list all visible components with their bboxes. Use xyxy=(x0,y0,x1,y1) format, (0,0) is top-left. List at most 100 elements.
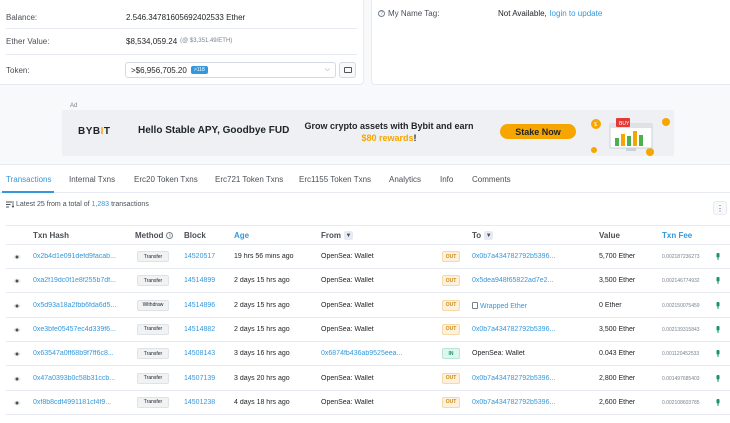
more-vertical-icon: ⋮ xyxy=(716,203,724,213)
to-address: OpenSea: Wallet xyxy=(472,350,568,357)
block-link[interactable]: 14501238 xyxy=(184,399,215,406)
tab-transactions[interactable]: Transactions xyxy=(6,175,52,184)
eye-icon[interactable] xyxy=(13,350,21,358)
direction-badge: OUT xyxy=(442,299,460,311)
green-gas-icon xyxy=(716,374,720,382)
eye-icon[interactable] xyxy=(13,302,21,310)
txn-hash-link[interactable]: 0xf8b8cdf4991181cf4f9... xyxy=(33,399,129,406)
table-row: 0xa2f19dc0f1e8f255b7df... Transfer 1451489… xyxy=(6,269,730,294)
method-badge: Withdraw xyxy=(137,299,169,311)
header-method: Method i xyxy=(135,231,174,240)
eye-icon[interactable] xyxy=(13,399,21,407)
from-address: OpenSea: Wallet xyxy=(321,374,374,382)
balance-label: Balance: xyxy=(6,12,38,22)
ether-rate: (@ $3,351.49/ETH) xyxy=(180,38,233,44)
tab-erc20-token-txns[interactable]: Erc20 Token Txns xyxy=(134,175,198,184)
sort-lines-icon xyxy=(6,201,14,208)
stake-now-button[interactable]: Stake Now xyxy=(500,124,576,139)
txn-fee-text: 0.001497685403 xyxy=(662,375,700,382)
ad-promo-line: Grow crypto assets with Bybit and earn xyxy=(304,121,474,131)
table-row: 0xf8b8cdf4991181cf4f9... Transfer 14501238… xyxy=(6,391,730,415)
transactions-summary: Latest 25 from a total of 1,283 transact… xyxy=(6,201,149,208)
eye-icon[interactable] xyxy=(13,253,21,261)
table-row: 0xe3bfe05457ec4d339f6... Transfer 14514882… xyxy=(6,318,730,342)
txn-hash-link[interactable]: 0xe3bfe05457ec4d339f6... xyxy=(33,326,129,333)
block-link[interactable]: 14520517 xyxy=(184,253,215,260)
txn-hash-link[interactable]: 0xa2f19dc0f1e8f255b7df... xyxy=(33,277,129,284)
age-text: 4 days 18 hrs ago xyxy=(234,398,290,406)
table-row: 0x2b4d1e091defd9facab... Transfer 14520517… xyxy=(6,245,730,269)
age-text: 3 days 16 hrs ago xyxy=(234,350,290,358)
green-gas-icon xyxy=(716,398,720,406)
eye-icon[interactable] xyxy=(13,277,21,285)
tab-erc721-token-txns[interactable]: Erc721 Token Txns xyxy=(215,175,283,184)
help-circle-icon[interactable]: ? xyxy=(378,10,385,17)
tab-internal-txns[interactable]: Internal Txns xyxy=(69,175,115,184)
to-address[interactable]: 0x0b7a434782792b5396... xyxy=(472,326,568,333)
method-badge: Transfer xyxy=(137,251,169,262)
to-address[interactable]: 0x0b7a434782792b5396... xyxy=(472,253,568,260)
contract-file-icon xyxy=(472,301,478,309)
filter-icon[interactable]: ▼ xyxy=(344,231,353,240)
age-text: 3 days 20 hrs ago xyxy=(234,374,290,382)
to-address[interactable]: 0x0b7a434782792b5396... xyxy=(472,399,568,406)
transactions-panel: Latest 25 from a total of 1,283 transact… xyxy=(0,193,730,423)
block-link[interactable]: 14514896 xyxy=(184,302,215,309)
token-dropdown[interactable]: >$6,956,705.20 >118 ⌵ xyxy=(125,62,336,78)
wallet-icon xyxy=(343,67,352,73)
tab-info[interactable]: Info xyxy=(440,175,453,184)
from-address: OpenSea: Wallet xyxy=(321,325,374,333)
txn-hash-link[interactable]: 0x5d93a18a2fbb6fda6d5... xyxy=(33,302,129,309)
txn-hash-link[interactable]: 0x63547a0ff68b9f7ff6c8... xyxy=(33,350,129,357)
txn-hash-link[interactable]: 0x47a0393b0c58b31ccb... xyxy=(33,375,129,382)
value-text: 2,600 Ether xyxy=(599,398,636,406)
to-address-text: 0x0b7a434782792b5396... xyxy=(472,325,556,333)
to-address[interactable]: 0x0b7a434782792b5396... xyxy=(472,375,568,382)
header-age[interactable]: Age xyxy=(234,231,249,240)
wallet-button[interactable] xyxy=(339,62,356,78)
ether-value-label: Ether Value: xyxy=(6,36,50,46)
green-gas-icon xyxy=(716,350,720,358)
tab-comments[interactable]: Comments xyxy=(472,175,511,184)
tab-erc1155-token-txns[interactable]: Erc1155 Token Txns xyxy=(299,175,371,184)
table-row: 0x47a0393b0c58b31ccb... Transfer 14507139 3… xyxy=(6,367,730,391)
value-text: 5,700 Ether xyxy=(599,253,636,260)
green-gas-icon xyxy=(716,301,720,309)
header-txn-hash: Txn Hash xyxy=(33,231,70,240)
summary-suffix: transactions xyxy=(111,201,149,208)
direction-badge: OUT xyxy=(442,396,460,408)
ad-banner[interactable]: BYBIT Hello Stable APY, Goodbye FUD Grow… xyxy=(62,110,674,156)
logo-text: BYB xyxy=(78,126,101,137)
filter-icon[interactable]: ▼ xyxy=(484,231,494,240)
to-address[interactable]: 0x5dea948f65822ad7e2... xyxy=(472,277,568,284)
eye-icon[interactable] xyxy=(13,326,21,334)
more-options-button[interactable]: ⋮ xyxy=(713,201,727,215)
txn-hash-link[interactable]: 0x2b4d1e091defd9facab... xyxy=(33,253,129,260)
to-address-text: 0x5dea948f65822ad7e2... xyxy=(472,277,554,285)
ad-headline: Hello Stable APY, Goodbye FUD xyxy=(138,125,290,136)
ad-promo-end: ! xyxy=(413,133,417,143)
block-link[interactable]: 14514882 xyxy=(184,326,215,333)
summary-count-link[interactable]: 1,283 xyxy=(92,201,110,208)
value-text: 0.043 Ether xyxy=(599,350,636,358)
direction-badge: OUT xyxy=(442,251,460,262)
block-link[interactable]: 14508143 xyxy=(184,350,215,357)
to-address[interactable]: Wrapped Ether xyxy=(472,301,568,310)
from-address: OpenSea: Wallet xyxy=(321,398,374,406)
token-dropdown-value: >$6,956,705.20 xyxy=(131,65,187,75)
table-row: 0x5d93a18a2fbb6fda6d5... Withdraw 14514896… xyxy=(6,294,730,318)
from-address[interactable]: 0x6874fb436ab9525eea... xyxy=(321,350,413,357)
more-info-card: ? My Name Tag: Not Available, login to u… xyxy=(371,0,730,85)
block-link[interactable]: 14507139 xyxy=(184,375,215,382)
block-link[interactable]: 14514899 xyxy=(184,277,215,284)
divider xyxy=(6,54,357,55)
login-link[interactable]: login to update xyxy=(550,9,603,18)
direction-badge: OUT xyxy=(442,275,460,287)
tab-analytics[interactable]: Analytics xyxy=(389,175,421,184)
info-circle-icon[interactable]: i xyxy=(166,232,174,239)
green-gas-icon xyxy=(716,325,720,333)
eye-icon[interactable] xyxy=(13,375,21,383)
header-txn-fee[interactable]: Txn Fee xyxy=(662,231,692,240)
green-gas-icon xyxy=(716,253,720,260)
direction-badge: OUT xyxy=(442,372,460,384)
